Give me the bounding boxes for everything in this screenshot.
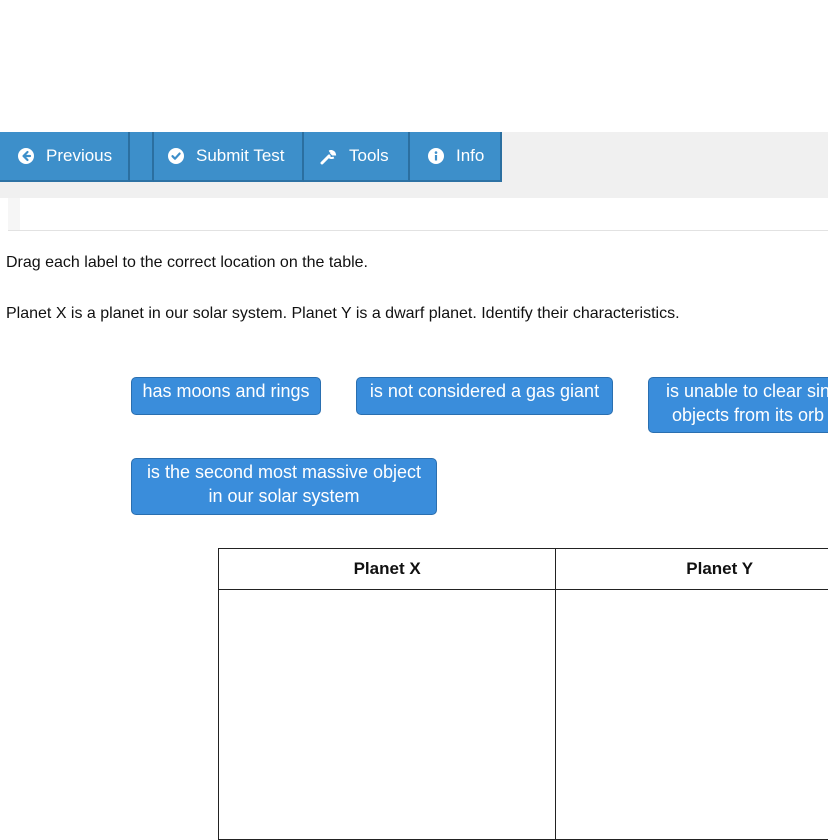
previous-button[interactable]: Previous xyxy=(0,132,130,182)
toolbar-separator xyxy=(130,132,154,182)
test-toolbar: Previous Submit Test Tools Info xyxy=(0,132,502,182)
drag-label-second-most-massive[interactable]: is the second most massive object in our… xyxy=(131,458,437,515)
drop-zone-planet-y[interactable] xyxy=(555,589,828,840)
drag-label-text: is not considered a gas giant xyxy=(369,381,600,401)
info-circle-icon xyxy=(428,148,444,164)
drop-zone-planet-x[interactable] xyxy=(217,589,557,840)
info-label: Info xyxy=(456,146,485,165)
tools-button[interactable]: Tools xyxy=(304,132,410,182)
submit-test-label: Submit Test xyxy=(196,146,285,165)
drag-label-not-gas-giant[interactable]: is not considered a gas giant xyxy=(356,377,613,415)
tools-label: Tools xyxy=(349,146,389,165)
wrench-icon xyxy=(320,148,337,165)
drag-label-text-line2: in our solar system xyxy=(208,486,360,506)
arrow-circle-left-icon xyxy=(18,148,34,164)
title-strip-edge xyxy=(8,198,20,230)
previous-label: Previous xyxy=(46,146,113,165)
check-circle-icon xyxy=(168,148,184,164)
drag-label-text: has moons and rings xyxy=(142,381,310,401)
instruction-text: Drag each label to the correct location … xyxy=(6,254,368,271)
submit-test-button[interactable]: Submit Test xyxy=(154,132,304,182)
drag-label-text-line1: is unable to clear sin xyxy=(665,381,828,401)
drag-label-moons-rings[interactable]: has moons and rings xyxy=(131,377,321,415)
drag-label-text-line1: is the second most massive object xyxy=(146,462,422,482)
question-title-strip xyxy=(8,198,828,231)
column-header-planet-y: Planet Y xyxy=(555,548,828,590)
drag-label-text-line2: objects from its orb xyxy=(671,405,825,425)
question-text: Planet X is a planet in our solar system… xyxy=(6,305,680,322)
info-button[interactable]: Info xyxy=(410,132,502,182)
column-header-planet-x: Planet X xyxy=(217,548,557,590)
drag-label-unable-to-clear[interactable]: is unable to clear sin objects from its … xyxy=(648,377,828,433)
answer-table: Planet X Planet Y xyxy=(217,548,828,840)
